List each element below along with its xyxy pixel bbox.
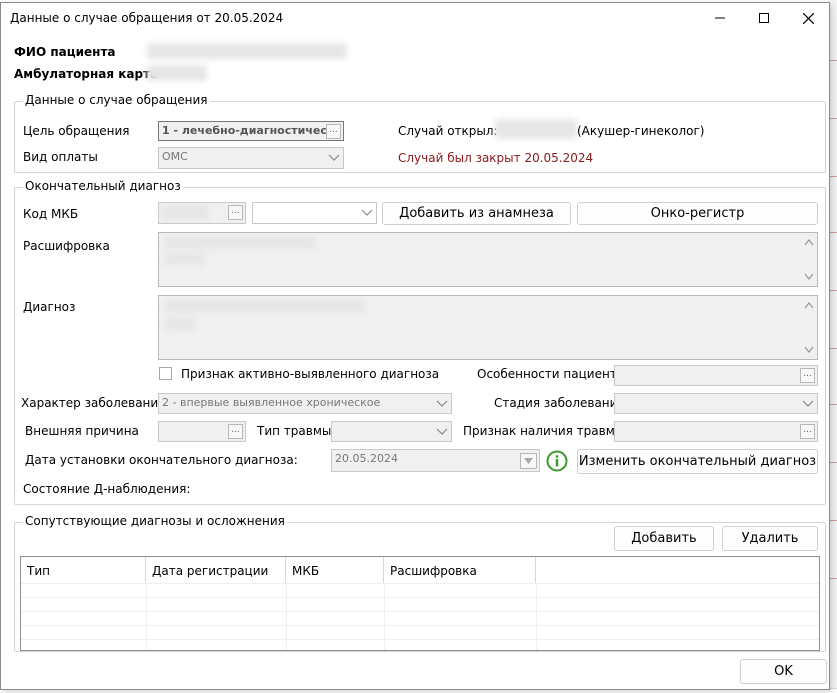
- calendar-dropdown[interactable]: [520, 453, 537, 469]
- patient-name-label: ФИО пациента: [14, 45, 116, 59]
- disease-character-value: 2 - впервые выявленное хроническое: [162, 396, 381, 409]
- minimize-icon: [715, 17, 725, 19]
- scroll-down-icon[interactable]: [804, 273, 814, 281]
- case-dialog: Данные о случае обращения от 20.05.2024 …: [0, 2, 830, 690]
- title-bar: Данные о случае обращения от 20.05.2024: [1, 3, 829, 33]
- diagnosis-date-value: 20.05.2024: [335, 452, 398, 465]
- opened-by-role: (Акушер-гинеколог): [577, 124, 705, 138]
- ellipsis-icon[interactable]: ...: [326, 124, 341, 139]
- scroll-up-icon[interactable]: [804, 301, 814, 309]
- chevron-down-icon: [328, 154, 340, 161]
- chevron-down-icon: [361, 209, 373, 216]
- payment-select[interactable]: ОМС: [158, 147, 344, 169]
- chevron-down-icon: [436, 428, 448, 435]
- active-sign-checkbox[interactable]: [159, 367, 172, 380]
- trauma-sign-field[interactable]: ...: [614, 421, 818, 442]
- ellipsis-icon[interactable]: ...: [228, 424, 243, 439]
- purpose-field[interactable]: 1 - лечебно-диагностическа ...: [158, 121, 344, 141]
- info-icon[interactable]: [546, 450, 568, 472]
- table-header: Тип Дата регистрации МКБ Расшифровка: [21, 557, 819, 583]
- close-button[interactable]: [786, 3, 830, 33]
- window-title: Данные о случае обращения от 20.05.2024: [10, 11, 284, 25]
- patient-features-label: Особенности пациента: [477, 367, 625, 381]
- final-diagnosis-group-title: Окончательный диагноз: [23, 179, 183, 193]
- decoding-label: Расшифровка: [23, 239, 110, 253]
- column-header-mkb[interactable]: МКБ: [286, 557, 384, 583]
- payment-label: Вид оплаты: [23, 150, 98, 164]
- external-cause-label: Внешняя причина: [25, 424, 139, 438]
- active-sign-label: Признак активно-выявленного диагноза: [181, 367, 440, 381]
- diagnosis-label: Диагноз: [23, 300, 76, 314]
- scroll-up-icon[interactable]: [804, 238, 814, 246]
- column-header-type[interactable]: Тип: [21, 557, 146, 583]
- purpose-value: 1 - лечебно-диагностическа: [162, 124, 342, 137]
- diagnosis-date-label: Дата установки окончательного диагноза:: [25, 453, 298, 467]
- maximize-icon: [759, 13, 769, 23]
- opened-by-name: [495, 119, 577, 139]
- related-diagnoses-table[interactable]: Тип Дата регистрации МКБ Расшифровка: [20, 556, 820, 651]
- add-related-button[interactable]: Добавить: [614, 526, 714, 551]
- opened-by-label: Случай открыл:: [398, 124, 498, 138]
- decoding-textarea[interactable]: [158, 232, 818, 287]
- add-from-anamnesis-button[interactable]: Добавить из анамнеза: [382, 202, 571, 225]
- patient-features-field[interactable]: ...: [614, 365, 818, 386]
- disease-stage-label: Стадия заболевания: [494, 396, 625, 410]
- ellipsis-icon[interactable]: ...: [800, 424, 815, 439]
- ok-button[interactable]: OK: [740, 659, 827, 684]
- delete-related-button[interactable]: Удалить: [722, 526, 818, 551]
- mkb-select[interactable]: [252, 202, 377, 224]
- onko-register-button[interactable]: Онко-регистр: [577, 202, 818, 225]
- change-final-diagnosis-button[interactable]: Изменить окончательный диагноз: [577, 449, 818, 474]
- chevron-down-icon: [524, 458, 533, 464]
- close-icon: [802, 12, 814, 24]
- disease-character-select[interactable]: 2 - впервые выявленное хроническое: [158, 393, 452, 414]
- related-diagnoses-group-title: Сопутствующие диагнозы и осложнения: [23, 514, 287, 528]
- external-cause-field[interactable]: ...: [158, 421, 246, 442]
- chevron-down-icon: [802, 400, 814, 407]
- disease-stage-select[interactable]: [614, 393, 818, 414]
- card-number-label: Амбулаторная карта: [14, 67, 159, 81]
- minimize-button[interactable]: [698, 3, 742, 33]
- scroll-down-icon[interactable]: [804, 346, 814, 354]
- payment-value: ОМС: [162, 150, 188, 163]
- case-closed-status: Случай был закрыт 20.05.2024: [398, 151, 594, 165]
- ellipsis-icon[interactable]: ...: [800, 368, 815, 383]
- disease-character-label: Характер заболевания: [21, 396, 166, 410]
- chevron-down-icon: [436, 400, 448, 407]
- column-header-decoding[interactable]: Расшифровка: [384, 557, 536, 583]
- purpose-label: Цель обращения: [23, 124, 130, 138]
- maximize-button[interactable]: [742, 3, 786, 33]
- card-number-value: [147, 65, 207, 81]
- diagnosis-date-field[interactable]: 20.05.2024: [331, 449, 540, 472]
- trauma-sign-label: Признак наличия травмы: [463, 424, 625, 438]
- patient-name-value: [147, 43, 347, 59]
- diagnosis-textarea[interactable]: [158, 295, 818, 360]
- column-header-date[interactable]: Дата регистрации: [146, 557, 286, 583]
- ellipsis-icon[interactable]: ...: [228, 205, 243, 220]
- mkb-label: Код МКБ: [23, 207, 79, 221]
- trauma-type-select[interactable]: [331, 421, 452, 442]
- d-observation-label: Состояние Д-наблюдения:: [23, 482, 191, 496]
- mkb-code-field[interactable]: ...: [158, 202, 246, 224]
- case-data-group-title: Данные о случае обращения: [23, 93, 210, 107]
- trauma-type-label: Тип травмы: [257, 424, 332, 438]
